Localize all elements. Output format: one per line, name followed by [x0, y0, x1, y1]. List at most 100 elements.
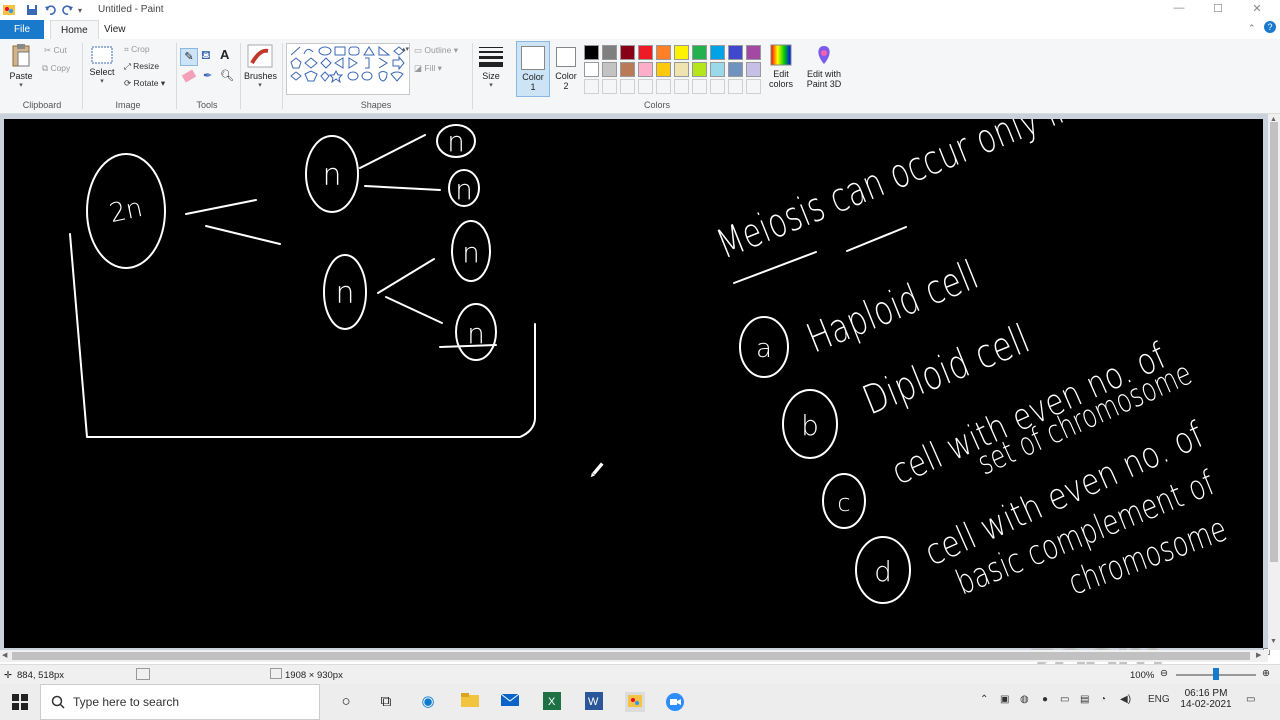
mail-icon[interactable]: [500, 692, 520, 712]
custom-color-slot[interactable]: [620, 79, 635, 94]
tab-home[interactable]: Home: [50, 20, 99, 40]
custom-color-slot[interactable]: [746, 79, 761, 94]
drawing-canvas[interactable]: 2n n n n n n n Meiosis can occur only in…: [4, 83, 1263, 648]
pencil-icon[interactable]: ✎: [180, 48, 198, 66]
custom-color-slot[interactable]: [656, 79, 671, 94]
notifications-icon[interactable]: ▭: [1246, 694, 1255, 705]
volume-icon[interactable]: ◀︎): [1120, 694, 1131, 705]
close-icon[interactable]: ✕: [1242, 2, 1272, 18]
custom-color-slot[interactable]: [638, 79, 653, 94]
color-swatch[interactable]: [746, 45, 761, 60]
tab-view[interactable]: View: [94, 20, 136, 39]
custom-color-slot[interactable]: [584, 79, 599, 94]
color-swatch[interactable]: [674, 62, 689, 77]
windows-start-icon[interactable]: [12, 694, 28, 712]
color-swatch[interactable]: [692, 45, 707, 60]
paint-taskbar-icon[interactable]: [625, 692, 645, 712]
scroll-right-icon[interactable]: ▶: [1256, 651, 1261, 659]
crop-button[interactable]: ⌗ Crop: [124, 44, 150, 55]
color-swatch[interactable]: [710, 45, 725, 60]
cortana-icon[interactable]: ○: [336, 692, 356, 712]
collapse-ribbon-icon[interactable]: ⌃: [1248, 23, 1256, 34]
fill-button[interactable]: ◪ Fill ▾: [414, 63, 442, 74]
color1-button[interactable]: Color 1: [516, 41, 550, 97]
custom-color-slot[interactable]: [710, 79, 725, 94]
redo-icon[interactable]: [62, 3, 74, 17]
color-swatch[interactable]: [584, 62, 599, 77]
horizontal-scroll-thumb[interactable]: [12, 652, 1250, 660]
zoom-slider-thumb[interactable]: [1213, 668, 1219, 680]
color-swatch[interactable]: [620, 45, 635, 60]
shapes-gallery[interactable]: [286, 43, 410, 95]
maximize-icon[interactable]: ☐: [1203, 2, 1233, 18]
undo-icon[interactable]: [44, 3, 56, 17]
microphone-icon[interactable]: ●: [1042, 694, 1048, 705]
horizontal-scrollbar[interactable]: ◀ ▶: [0, 650, 1268, 662]
color-swatch[interactable]: [638, 45, 653, 60]
zoom-app-icon[interactable]: [665, 692, 685, 712]
color-swatch[interactable]: [656, 62, 671, 77]
paste-button[interactable]: Paste ▾: [8, 43, 34, 89]
language-indicator[interactable]: ENG: [1148, 694, 1170, 705]
copy-button[interactable]: ⧉ Copy: [42, 63, 70, 74]
size-button[interactable]: Size ▾: [476, 43, 506, 89]
cut-button[interactable]: ✂ Cut: [44, 45, 67, 56]
vertical-scroll-thumb[interactable]: [1270, 122, 1278, 562]
ribbon: Paste ▾ ✂ Cut ⧉ Copy Clipboard Select ▾ …: [0, 39, 1280, 114]
color-swatch[interactable]: [692, 62, 707, 77]
tray-overflow-icon[interactable]: ⌃: [980, 694, 988, 705]
color-swatch[interactable]: [728, 45, 743, 60]
custom-color-slot[interactable]: [674, 79, 689, 94]
color-swatch[interactable]: [602, 45, 617, 60]
wifi-icon[interactable]: ◔: [1100, 694, 1106, 705]
edit-with-paint3d-button[interactable]: Edit with Paint 3D: [804, 43, 844, 89]
save-icon[interactable]: [26, 3, 38, 17]
file-explorer-icon[interactable]: [460, 692, 480, 712]
text-tool-icon[interactable]: A: [220, 47, 229, 62]
color-swatch[interactable]: [602, 62, 617, 77]
clock[interactable]: 06:16 PM 14-02-2021: [1180, 688, 1232, 710]
color-swatch[interactable]: [728, 62, 743, 77]
zoom-out-icon[interactable]: ⊖: [1160, 668, 1168, 679]
shapes-scroll-icon[interactable]: ▴▾: [402, 45, 409, 53]
color2-button[interactable]: Color 2: [552, 41, 580, 91]
color-picker-icon[interactable]: ✒: [203, 69, 212, 82]
vertical-scrollbar[interactable]: ▲ ▼: [1268, 114, 1280, 650]
custom-color-slot[interactable]: [692, 79, 707, 94]
customize-toolbar-icon[interactable]: ▾: [78, 3, 82, 17]
edge-browser-icon[interactable]: ◉: [418, 692, 438, 712]
word-icon[interactable]: W: [584, 692, 604, 712]
color-swatch[interactable]: [656, 45, 671, 60]
color-swatch[interactable]: [746, 62, 761, 77]
task-view-icon[interactable]: ⧉: [376, 692, 396, 712]
outline-button[interactable]: ▭ Outline ▾: [414, 45, 458, 56]
color-swatch[interactable]: [638, 62, 653, 77]
color-swatch[interactable]: [620, 62, 635, 77]
eraser-icon[interactable]: [181, 69, 197, 83]
help-icon[interactable]: ?: [1264, 21, 1276, 33]
brushes-button[interactable]: Brushes ▾: [244, 43, 277, 89]
minimize-icon[interactable]: —: [1164, 2, 1194, 18]
tray-app-icon-2[interactable]: ◍: [1020, 694, 1029, 705]
magnifier-icon[interactable]: 🔍︎: [220, 69, 234, 82]
scroll-down-icon[interactable]: ▼: [1270, 638, 1277, 645]
resize-button[interactable]: ⤢ Resize: [124, 61, 159, 72]
display-icon[interactable]: ▤: [1080, 694, 1089, 705]
select-button[interactable]: Select ▾: [88, 45, 116, 85]
rotate-button[interactable]: ⟳ Rotate ▾: [124, 78, 165, 89]
taskbar-search-box[interactable]: Type here to search: [40, 684, 320, 720]
edit-colors-button[interactable]: Edit colors: [764, 43, 798, 89]
tools-group-label: Tools: [196, 100, 218, 110]
tab-file[interactable]: File: [0, 20, 44, 39]
excel-icon[interactable]: X: [542, 692, 562, 712]
color-swatch[interactable]: [584, 45, 599, 60]
custom-color-slot[interactable]: [728, 79, 743, 94]
battery-icon[interactable]: ▭: [1060, 694, 1069, 705]
custom-color-slot[interactable]: [602, 79, 617, 94]
scroll-left-icon[interactable]: ◀: [2, 651, 7, 659]
zoom-in-icon[interactable]: ⊕: [1262, 668, 1270, 679]
color-swatch[interactable]: [674, 45, 689, 60]
color-swatch[interactable]: [710, 62, 725, 77]
fill-bucket-icon[interactable]: ⛾: [201, 48, 211, 64]
tray-app-icon-1[interactable]: ▣: [1000, 694, 1009, 705]
